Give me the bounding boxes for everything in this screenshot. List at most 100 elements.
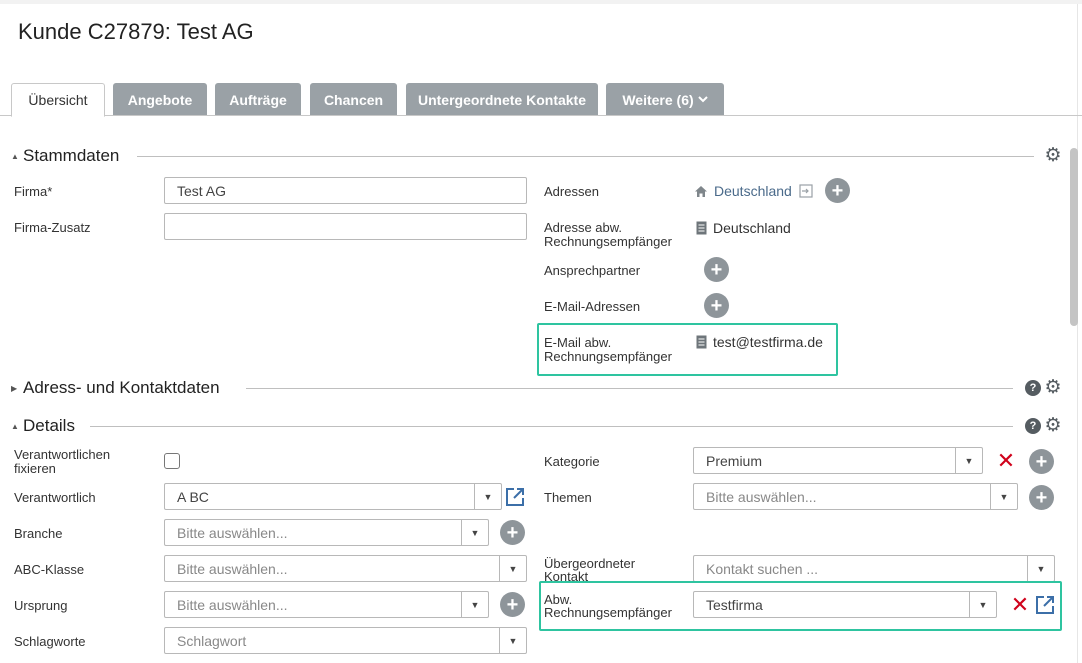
- label-firma: Firma*: [14, 184, 53, 199]
- dropdown-arrow-icon[interactable]: ▼: [499, 556, 526, 581]
- verantwortlich-select[interactable]: A BC ▼: [164, 483, 502, 510]
- label-ursprung: Ursprung: [14, 598, 68, 613]
- add-email-button[interactable]: +: [704, 293, 729, 318]
- label-adresse-abw-2: Rechnungsempfänger: [544, 234, 672, 249]
- section-divider: [137, 156, 1034, 157]
- tab-weitere-label: Weitere (6): [622, 91, 694, 108]
- uebergeordneter-kontakt-select[interactable]: Kontakt suchen ... ▼: [693, 555, 1055, 582]
- label-verantwortlichen-fixieren-2: fixieren: [14, 461, 56, 476]
- adresse-abw-text: Deutschland: [713, 220, 791, 236]
- dropdown-arrow-icon[interactable]: ▼: [461, 592, 488, 617]
- section-toggle-adress-kontaktdaten[interactable]: ▶ Adress- und Kontaktdaten: [11, 378, 220, 398]
- label-email-abw-2: Rechnungsempfänger: [544, 349, 672, 364]
- label-adressen: Adressen: [544, 184, 599, 199]
- dropdown-arrow-icon[interactable]: ▼: [955, 448, 982, 473]
- right-border: [1077, 4, 1078, 663]
- abc-klasse-placeholder: Bitte auswählen...: [177, 560, 288, 577]
- abw-rechnungsempfaenger-select[interactable]: Testfirma ▼: [693, 591, 997, 618]
- firma-zusatz-input[interactable]: [164, 213, 527, 240]
- section-divider: [246, 388, 1013, 389]
- dropdown-arrow-icon[interactable]: ▼: [1027, 556, 1054, 581]
- add-themen-button[interactable]: +: [1029, 485, 1054, 510]
- label-themen: Themen: [544, 490, 592, 505]
- abc-klasse-select[interactable]: Bitte auswählen... ▼: [164, 555, 527, 582]
- label-verantwortlichen-fixieren-1: Verantwortlichen: [14, 447, 111, 462]
- tab-weitere[interactable]: Weitere (6): [606, 83, 724, 116]
- branche-placeholder: Bitte auswählen...: [177, 524, 288, 541]
- remove-kategorie-icon[interactable]: ✕: [996, 450, 1016, 472]
- gear-icon[interactable]: ⚙: [1044, 415, 1061, 436]
- add-adresse-button[interactable]: +: [825, 178, 850, 203]
- dropdown-arrow-icon[interactable]: ▼: [969, 592, 996, 617]
- section-toggle-details[interactable]: ▲ Details: [11, 416, 75, 436]
- remove-abw-rechnungsempfaenger-icon[interactable]: ✕: [1010, 594, 1030, 616]
- document-icon: [696, 335, 707, 349]
- gear-icon[interactable]: ⚙: [1044, 377, 1061, 398]
- email-abw-value: test@testfirma.de: [696, 332, 823, 352]
- label-email-abw-1: E-Mail abw.: [544, 335, 612, 350]
- add-branche-button[interactable]: +: [500, 520, 525, 545]
- adresse-abw-value: Deutschland: [696, 218, 791, 238]
- verantwortlichen-fixieren-checkbox[interactable]: [164, 453, 180, 469]
- section-title-adress: Adress- und Kontaktdaten: [23, 378, 220, 397]
- add-ursprung-button[interactable]: +: [500, 592, 525, 617]
- label-ansprechpartner: Ansprechpartner: [544, 263, 641, 278]
- top-strip: [0, 0, 1082, 4]
- chevron-down-icon: [697, 94, 708, 106]
- section-title-stammdaten: Stammdaten: [23, 146, 120, 165]
- tab-uebersicht[interactable]: Übersicht: [11, 83, 105, 117]
- external-link-icon[interactable]: [505, 487, 525, 507]
- add-kategorie-button[interactable]: +: [1029, 449, 1054, 474]
- dropdown-arrow-icon[interactable]: ▼: [461, 520, 488, 545]
- label-email: E-Mail-Adressen: [544, 299, 641, 314]
- section-divider: [90, 426, 1013, 427]
- dropdown-arrow-icon[interactable]: ▼: [990, 484, 1017, 509]
- help-icon[interactable]: ?: [1025, 380, 1041, 396]
- label-schlagworte: Schlagworte: [14, 634, 86, 649]
- expanded-icon: ▲: [11, 421, 19, 431]
- home-icon: [694, 185, 708, 198]
- tabs-baseline: [0, 115, 1082, 116]
- email-abw-text: test@testfirma.de: [713, 334, 823, 350]
- tab-angebote[interactable]: Angebote: [113, 83, 207, 116]
- label-verantwortlich: Verantwortlich: [14, 490, 96, 505]
- schlagworte-select[interactable]: Schlagwort ▼: [164, 627, 527, 654]
- ursprung-select[interactable]: Bitte auswählen... ▼: [164, 591, 489, 618]
- add-ansprechpartner-button[interactable]: +: [704, 257, 729, 282]
- label-abc-klasse: ABC-Klasse: [14, 562, 85, 577]
- page-title: Kunde C27879: Test AG: [18, 19, 254, 44]
- section-title-details: Details: [23, 416, 75, 435]
- tab-untergeordnete-kontakte[interactable]: Untergeordnete Kontakte: [406, 83, 598, 116]
- uebergeordneter-kontakt-placeholder: Kontakt suchen ...: [706, 560, 819, 577]
- label-kategorie: Kategorie: [544, 454, 600, 469]
- gear-icon[interactable]: ⚙: [1044, 145, 1061, 166]
- collapsed-icon: ▶: [11, 383, 18, 393]
- themen-placeholder: Bitte auswählen...: [706, 488, 817, 505]
- label-firma-zusatz: Firma-Zusatz: [14, 220, 91, 235]
- adressen-link[interactable]: Deutschland: [714, 183, 792, 199]
- tab-auftraege[interactable]: Aufträge: [215, 83, 301, 116]
- expanded-icon: ▲: [11, 151, 19, 161]
- section-toggle-stammdaten[interactable]: ▲ Stammdaten: [11, 146, 119, 166]
- dropdown-arrow-icon[interactable]: ▼: [499, 628, 526, 653]
- help-icon[interactable]: ?: [1025, 418, 1041, 434]
- scrollbar[interactable]: [1070, 148, 1078, 326]
- label-adresse-abw-1: Adresse abw.: [544, 220, 623, 235]
- branche-select[interactable]: Bitte auswählen... ▼: [164, 519, 489, 546]
- ursprung-placeholder: Bitte auswählen...: [177, 596, 288, 613]
- label-abw-rechnungsempfaenger-2: Rechnungsempfänger: [544, 605, 672, 620]
- label-branche: Branche: [14, 526, 63, 541]
- schlagworte-placeholder: Schlagwort: [177, 632, 247, 649]
- document-icon: [696, 221, 707, 235]
- themen-select[interactable]: Bitte auswählen... ▼: [693, 483, 1018, 510]
- kategorie-select[interactable]: Premium ▼: [693, 447, 983, 474]
- verantwortlich-value: A BC: [177, 488, 209, 505]
- tab-chancen[interactable]: Chancen: [310, 83, 397, 116]
- adressen-value[interactable]: Deutschland: [694, 181, 813, 201]
- kategorie-value: Premium: [706, 452, 763, 469]
- edit-address-icon[interactable]: [799, 184, 813, 198]
- external-link-icon[interactable]: [1035, 595, 1055, 615]
- abw-rechnungsempfaenger-value: Testfirma: [706, 596, 763, 613]
- firma-input[interactable]: Test AG: [164, 177, 527, 204]
- dropdown-arrow-icon[interactable]: ▼: [474, 484, 501, 509]
